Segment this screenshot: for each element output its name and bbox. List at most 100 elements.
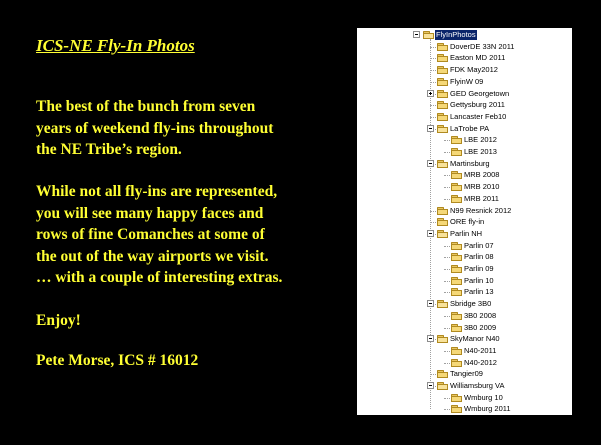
tree-item[interactable]: FDK May2012 — [357, 65, 572, 76]
collapse-icon[interactable] — [427, 229, 434, 237]
tree-item-label: N99 Resnick 2012 — [450, 205, 512, 215]
tree-item-label: LBE 2013 — [464, 147, 497, 156]
tree-item[interactable]: Martinsburg — [357, 159, 572, 170]
tree-item[interactable]: FlyinW 09 — [357, 77, 572, 88]
text-line: Pete Morse, ICS # 16012 — [36, 352, 199, 369]
tree-item-label: MRB 2010 — [464, 182, 500, 192]
text-line: the NE Tribe’s region. — [36, 141, 182, 158]
tree-item[interactable]: 3B0 2008 — [357, 311, 572, 322]
tree-item-label: Tangier09 — [450, 369, 483, 379]
tree-connector — [430, 58, 436, 60]
tree-item-label: 3B0 2008 — [464, 310, 497, 320]
tree-connector — [444, 292, 450, 294]
collapse-icon[interactable] — [427, 335, 434, 343]
tree-item[interactable]: N40-2012 — [357, 358, 572, 369]
folder-icon — [451, 148, 462, 156]
tree-item[interactable]: Sbridge 3B0 — [357, 299, 572, 310]
text-line: While not all fly-ins are represented, — [36, 183, 278, 200]
tree-item[interactable]: LBE 2012 — [357, 135, 572, 146]
tree-item[interactable]: DoverDE 33N 2011 — [357, 42, 572, 53]
tree-connector — [444, 327, 450, 329]
tree-connector — [444, 187, 450, 189]
tree-connector — [444, 350, 450, 352]
details-paragraph: While not all fly-ins are represented, yo… — [36, 181, 282, 289]
tree-connector — [430, 116, 436, 118]
tree-item[interactable]: ORE fly-in — [357, 217, 572, 228]
author-signature: Pete Morse, ICS # 16012 — [36, 350, 198, 372]
collapse-icon[interactable] — [427, 159, 434, 167]
folder-tree-panel: FlyInPhotos DoverDE 33N 2011 Easton MD 201… — [357, 28, 572, 415]
tree-item-label: GED Georgetown — [450, 88, 510, 98]
folder-open-icon — [437, 300, 448, 309]
tree-item[interactable]: Parlin 10 — [357, 276, 572, 287]
text-line: Enjoy! — [36, 312, 81, 329]
folder-icon — [451, 194, 462, 203]
tree-item-label: Parlin 07 — [464, 240, 494, 250]
folder-open-icon — [437, 159, 448, 168]
tree-connector — [444, 245, 450, 247]
collapse-icon[interactable] — [427, 300, 434, 308]
tree-item[interactable]: Williamsburg VA — [357, 381, 572, 392]
tree-connector — [444, 175, 450, 177]
tree-item-label: MRB 2011 — [464, 193, 499, 203]
tree-item[interactable]: 3B0 2009 — [357, 323, 572, 334]
tree-item-label: Gettysburg 2011 — [450, 100, 505, 110]
text-line: The best of the bunch from seven — [36, 98, 256, 115]
tree-item[interactable]: Parlin 08 — [357, 252, 572, 263]
tree-item[interactable]: Parlin 09 — [357, 264, 572, 275]
tree-item[interactable]: N99 Resnick 2012 — [357, 206, 572, 217]
folder-icon — [451, 183, 462, 192]
tree-item[interactable]: MRB 2010 — [357, 182, 572, 193]
tree-item-label: DoverDE 33N 2011 — [450, 41, 515, 51]
tree-item[interactable]: Easton MD 2011 — [357, 53, 572, 64]
tree-item-label: FlyinW 09 — [450, 76, 484, 86]
folder-icon — [437, 206, 448, 215]
tree-item[interactable]: Parlin NH — [357, 229, 572, 240]
tree-item-label: MRB 2008 — [464, 170, 500, 180]
tree-item-label: N40-2011 — [464, 345, 497, 355]
tree-connector — [444, 397, 450, 399]
folder-icon — [451, 265, 462, 273]
tree-item-label: Wmburg 10 — [464, 392, 503, 402]
enjoy-paragraph: Enjoy! — [36, 310, 81, 332]
tree-item[interactable]: FlyInPhotos — [357, 30, 572, 41]
folder-icon — [451, 288, 462, 297]
tree-item-label: Parlin 09 — [464, 264, 494, 273]
tree-item[interactable]: Wmburg 2011 — [357, 404, 572, 415]
tree-connector — [444, 362, 450, 364]
collapse-icon[interactable] — [413, 31, 420, 38]
tree-item[interactable]: N40-2011 — [357, 346, 572, 357]
tree-item-label: SkyManor N40 — [450, 334, 500, 344]
expand-icon[interactable] — [427, 89, 434, 97]
tree-item[interactable]: MRB 2011 — [357, 194, 572, 205]
folder-open-icon — [437, 382, 448, 390]
tree-item[interactable]: Tangier09 — [357, 369, 572, 380]
tree-item[interactable]: Gettysburg 2011 — [357, 100, 572, 111]
tree-item-label: Wmburg 2011 — [464, 404, 511, 414]
tree-item[interactable]: MRB 2008 — [357, 170, 572, 181]
tree-item[interactable]: GED Georgetown — [357, 89, 572, 100]
tree-item-label: Parlin 13 — [464, 287, 494, 297]
tree-connector — [430, 81, 436, 83]
tree-item[interactable]: LBE 2013 — [357, 147, 572, 158]
intro-paragraph: The best of the bunch from seven years of… — [36, 96, 273, 161]
tree-item-label: 3B0 2009 — [464, 322, 497, 332]
collapse-icon[interactable] — [427, 124, 434, 132]
tree-item[interactable]: Parlin 07 — [357, 241, 572, 252]
tree-item-label: Sbridge 3B0 — [450, 299, 492, 309]
tree-item[interactable]: Wmburg 10 — [357, 393, 572, 404]
tree-item[interactable]: Parlin 13 — [357, 287, 572, 298]
tree-connector — [444, 269, 450, 270]
tree-item-label: Williamsburg VA — [450, 381, 505, 390]
tree-connector — [430, 105, 436, 107]
tree-item[interactable]: Lancaster Feb10 — [357, 112, 572, 123]
tree-item-label: LaTrobe PA — [450, 123, 490, 133]
tree-item-label: Lancaster Feb10 — [450, 111, 507, 121]
tree-item[interactable]: SkyManor N40 — [357, 334, 572, 345]
collapse-icon[interactable] — [427, 382, 434, 389]
folder-icon — [451, 311, 462, 320]
tree-item[interactable]: LaTrobe PA — [357, 124, 572, 135]
folder-icon — [451, 405, 462, 414]
folder-icon — [451, 241, 462, 250]
tree-connector — [430, 374, 436, 376]
